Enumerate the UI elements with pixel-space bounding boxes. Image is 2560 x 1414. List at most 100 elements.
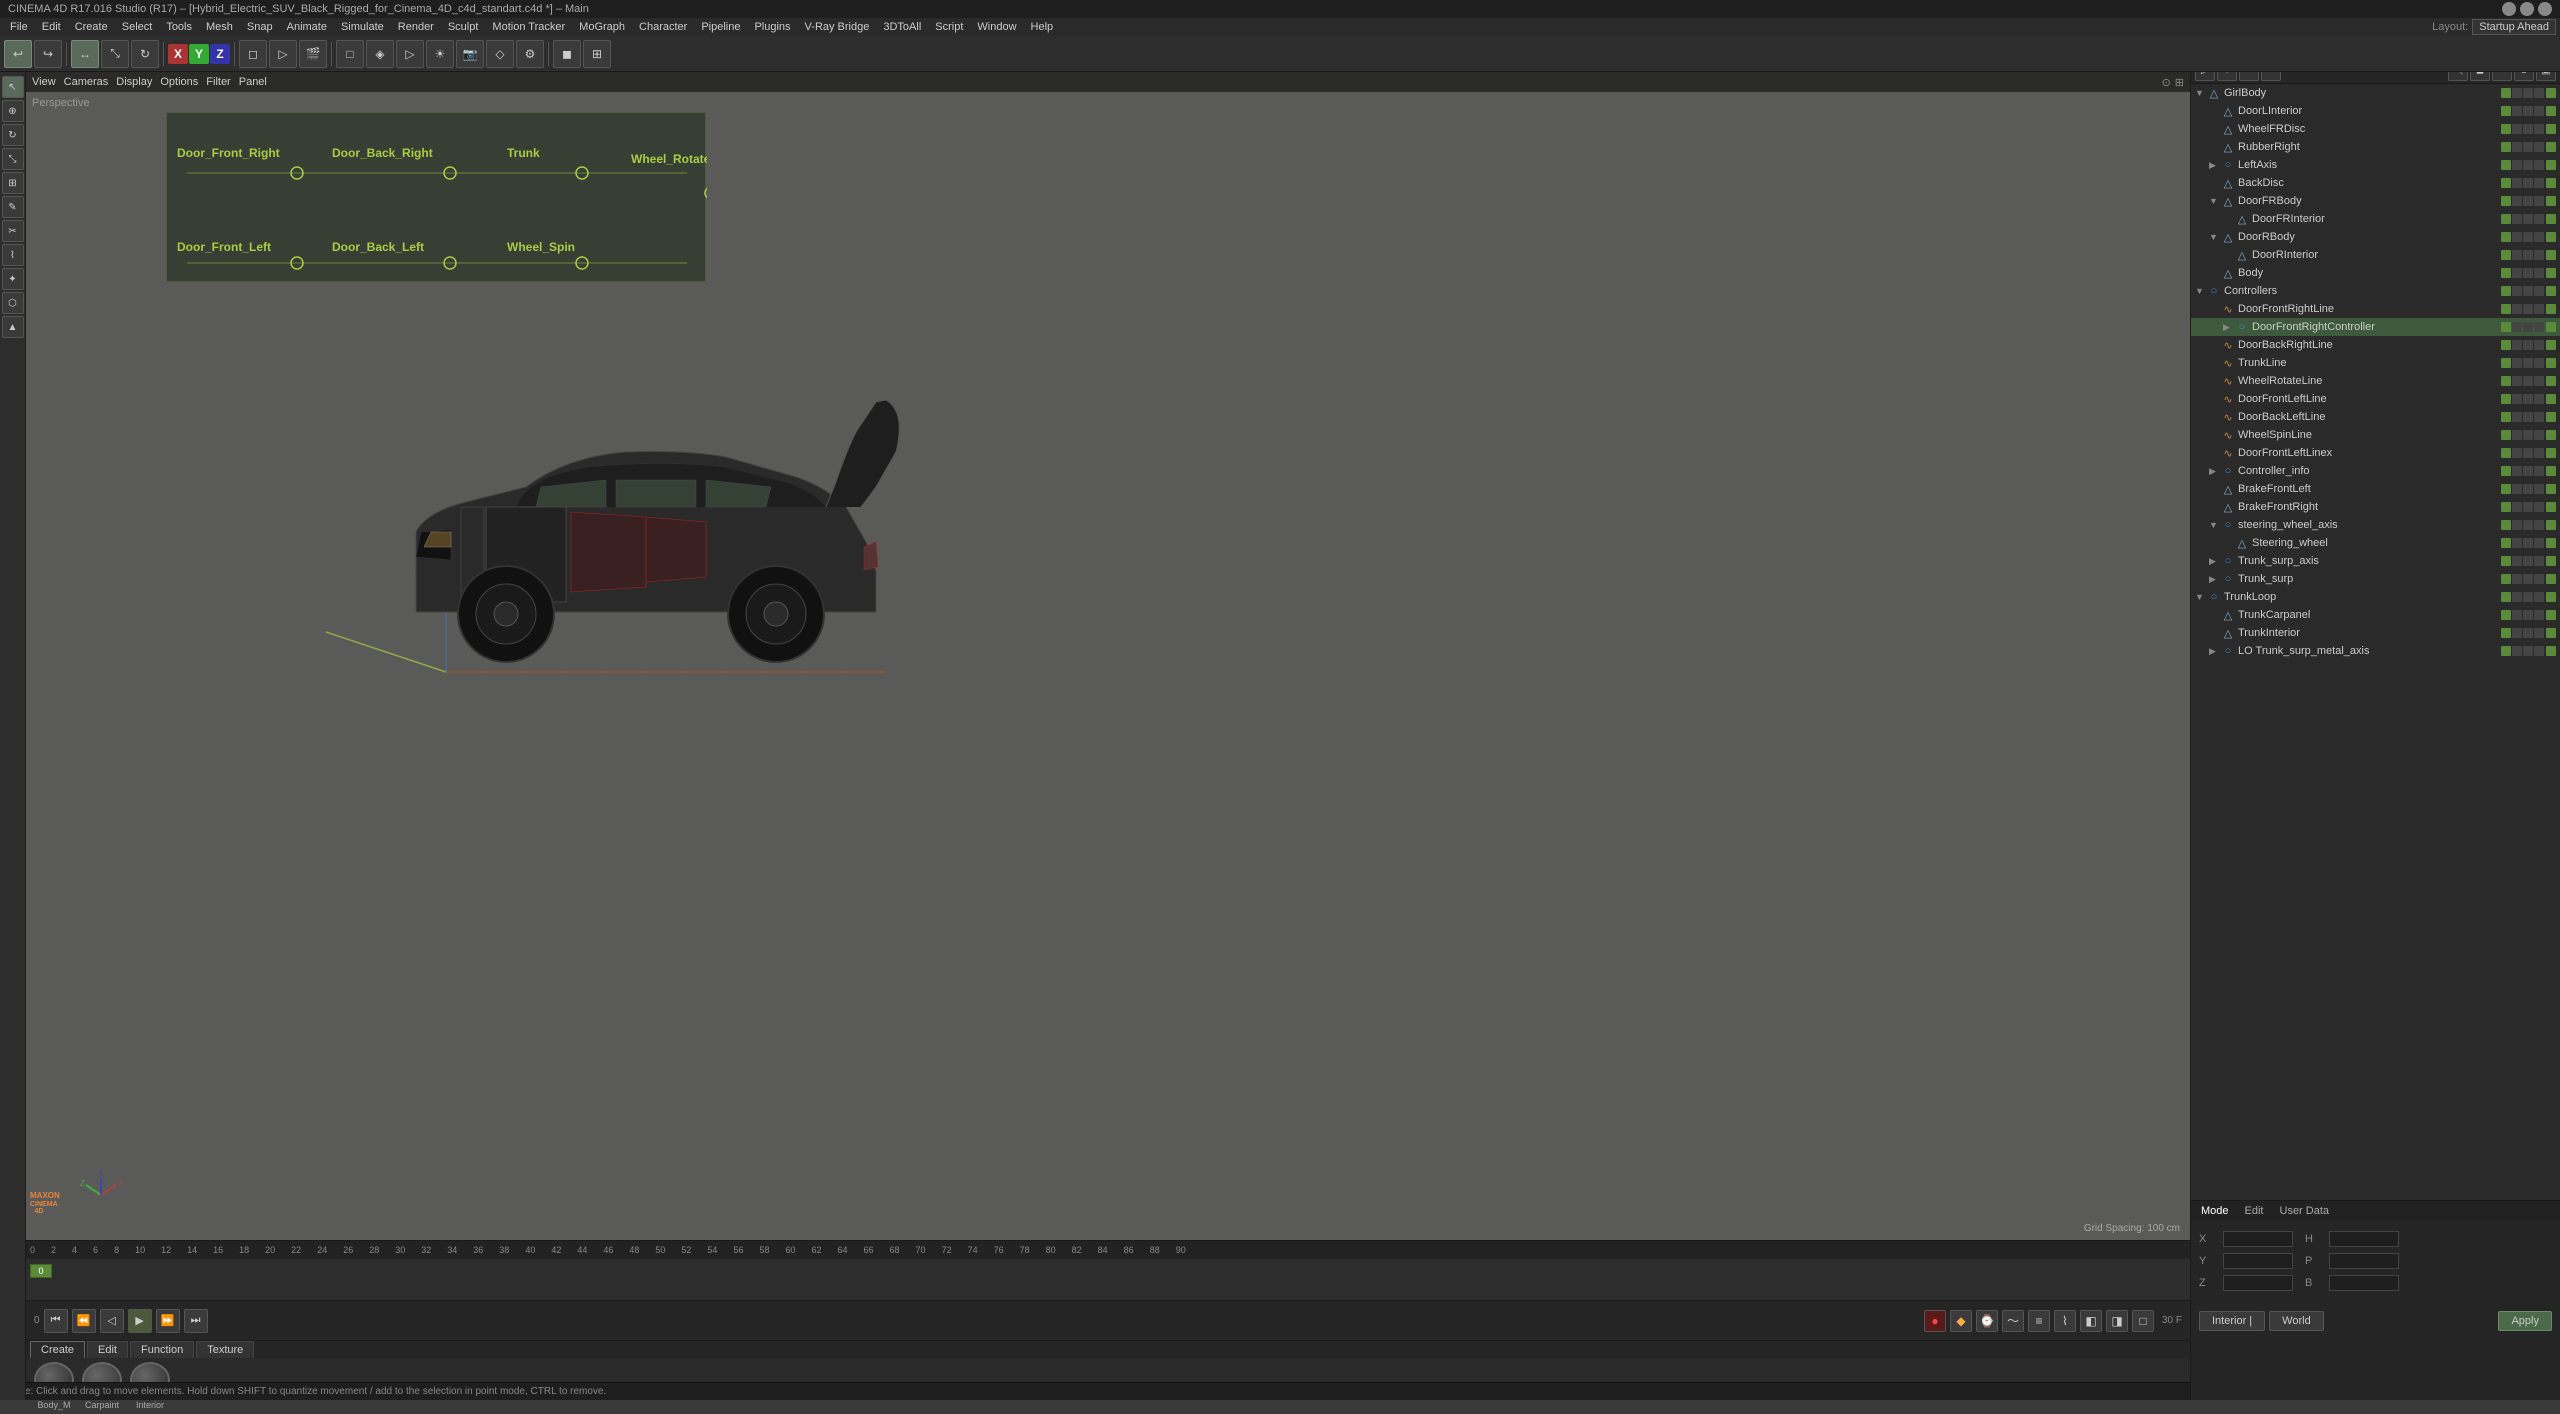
playback-icon-1[interactable]: ◧: [2080, 1310, 2102, 1332]
obj-dot-3[interactable]: [2534, 592, 2544, 602]
obj-dot-2[interactable]: [2523, 466, 2533, 476]
object-tool[interactable]: □: [336, 40, 364, 68]
object-row-trunkcarpanel[interactable]: △TrunkCarpanel: [2191, 606, 2560, 624]
obj-dot-0[interactable]: [2501, 106, 2511, 116]
play-back-button[interactable]: ◁: [100, 1309, 124, 1333]
obj-expand-arrow[interactable]: ▼: [2209, 232, 2221, 242]
menu-tools[interactable]: Tools: [160, 20, 198, 34]
object-row-trunk_surp_axis[interactable]: ▶○Trunk_surp_axis: [2191, 552, 2560, 570]
obj-dot-3[interactable]: [2534, 304, 2544, 314]
render-view[interactable]: ▷: [269, 40, 297, 68]
close-button[interactable]: [2538, 2, 2552, 16]
generator-tool[interactable]: ⚙: [516, 40, 544, 68]
obj-dot-0[interactable]: [2501, 322, 2511, 332]
scale-tool-left[interactable]: ⤡: [2, 148, 24, 170]
move-tool[interactable]: ↔: [71, 40, 99, 68]
menu-window[interactable]: Window: [971, 20, 1022, 34]
vp-filter-menu[interactable]: Filter: [206, 76, 230, 88]
obj-dot-0[interactable]: [2501, 502, 2511, 512]
obj-dot-0[interactable]: [2501, 430, 2511, 440]
attr-tab-edit[interactable]: Edit: [2239, 1204, 2270, 1218]
obj-dot-0[interactable]: [2501, 142, 2511, 152]
obj-dot-2[interactable]: [2523, 376, 2533, 386]
menu-mograph[interactable]: MoGraph: [573, 20, 631, 34]
obj-dot-0[interactable]: [2501, 286, 2511, 296]
obj-expand-arrow[interactable]: ▼: [2195, 88, 2207, 98]
object-row-wheelrotateline[interactable]: ∿WheelRotateLine: [2191, 372, 2560, 390]
obj-dot-1[interactable]: [2512, 502, 2522, 512]
mat-tab-function[interactable]: Function: [130, 1341, 194, 1358]
obj-dot-2[interactable]: [2523, 232, 2533, 242]
obj-dot-1[interactable]: [2512, 358, 2522, 368]
obj-dot-2[interactable]: [2523, 106, 2533, 116]
obj-dot-3[interactable]: [2534, 628, 2544, 638]
light-tool[interactable]: ☀: [426, 40, 454, 68]
obj-dot-2[interactable]: [2523, 574, 2533, 584]
obj-dot-1[interactable]: [2512, 394, 2522, 404]
menu-render[interactable]: Render: [392, 20, 440, 34]
obj-dot-2[interactable]: [2523, 286, 2533, 296]
vp-panel-menu[interactable]: Panel: [239, 76, 267, 88]
rotate-tool[interactable]: ↻: [131, 40, 159, 68]
obj-dot-3[interactable]: [2534, 88, 2544, 98]
obj-dot-2[interactable]: [2523, 304, 2533, 314]
obj-dot-1[interactable]: [2512, 160, 2522, 170]
obj-dot-2[interactable]: [2523, 268, 2533, 278]
object-row-trunkinterior[interactable]: △TrunkInterior: [2191, 624, 2560, 642]
obj-dot-3[interactable]: [2534, 412, 2544, 422]
object-row-brakefrontleft[interactable]: △BrakeFrontLeft: [2191, 480, 2560, 498]
obj-dot-0[interactable]: [2501, 178, 2511, 188]
obj-dot-2[interactable]: [2523, 340, 2533, 350]
render-region[interactable]: ◻: [239, 40, 267, 68]
obj-dot-1[interactable]: [2512, 106, 2522, 116]
object-row-lo-trunk_surp_metal_axis[interactable]: ▶○LO Trunk_surp_metal_axis: [2191, 642, 2560, 660]
obj-dot-2[interactable]: [2523, 448, 2533, 458]
viewport-layout[interactable]: ⊞: [583, 40, 611, 68]
path-tool[interactable]: ✎: [2, 196, 24, 218]
obj-dot-0[interactable]: [2501, 574, 2511, 584]
menu-sculpt[interactable]: Sculpt: [442, 20, 485, 34]
obj-dot-1[interactable]: [2512, 124, 2522, 134]
object-row-body[interactable]: △Body: [2191, 264, 2560, 282]
obj-dot-2[interactable]: [2523, 430, 2533, 440]
obj-dot-2[interactable]: [2523, 214, 2533, 224]
obj-dot-0[interactable]: [2501, 592, 2511, 602]
obj-dot-3[interactable]: [2534, 322, 2544, 332]
maximize-button[interactable]: [2520, 2, 2534, 16]
object-row-girlbody[interactable]: ▼△GirlBody: [2191, 84, 2560, 102]
attr-tab-mode[interactable]: Mode: [2195, 1204, 2235, 1218]
obj-expand-arrow[interactable]: ▶: [2209, 160, 2221, 171]
obj-dot-2[interactable]: [2523, 412, 2533, 422]
attr-tab-user-data[interactable]: User Data: [2274, 1204, 2336, 1218]
object-row-trunkline[interactable]: ∿TrunkLine: [2191, 354, 2560, 372]
go-to-end-button[interactable]: ⏭: [184, 1309, 208, 1333]
mat-tab-edit[interactable]: Edit: [87, 1341, 128, 1358]
obj-dot-0[interactable]: [2501, 412, 2511, 422]
obj-dot-1[interactable]: [2512, 268, 2522, 278]
obj-dot-3[interactable]: [2534, 178, 2544, 188]
b-value-input[interactable]: [2329, 1275, 2399, 1291]
obj-dot-3[interactable]: [2534, 430, 2544, 440]
obj-dot-2[interactable]: [2523, 592, 2533, 602]
object-row-doorfrontleftline[interactable]: ∿DoorFrontLeftLine: [2191, 390, 2560, 408]
f-curve-button[interactable]: ⌇: [2054, 1310, 2076, 1332]
obj-dot-1[interactable]: [2512, 520, 2522, 530]
obj-dot-0[interactable]: [2501, 376, 2511, 386]
obj-dot-1[interactable]: [2512, 196, 2522, 206]
object-row-leftaxis[interactable]: ▶○LeftAxis: [2191, 156, 2560, 174]
obj-dot-3[interactable]: [2534, 214, 2544, 224]
menu-v-ray-bridge[interactable]: V-Ray Bridge: [799, 20, 876, 34]
obj-dot-1[interactable]: [2512, 286, 2522, 296]
obj-dot-2[interactable]: [2523, 358, 2533, 368]
obj-dot-0[interactable]: [2501, 394, 2511, 404]
object-row-doorfrinterior[interactable]: △DoorFRInterior: [2191, 210, 2560, 228]
obj-dot-2[interactable]: [2523, 124, 2533, 134]
object-row-doorbackrightline[interactable]: ∿DoorBackRightLine: [2191, 336, 2560, 354]
object-row-trunk_surp[interactable]: ▶○Trunk_surp: [2191, 570, 2560, 588]
undo-button[interactable]: ↩: [4, 40, 32, 68]
obj-dot-3[interactable]: [2534, 196, 2544, 206]
obj-dot-2[interactable]: [2523, 520, 2533, 530]
obj-expand-arrow[interactable]: ▼: [2195, 592, 2207, 602]
obj-dot-1[interactable]: [2512, 376, 2522, 386]
obj-dot-3[interactable]: [2534, 124, 2544, 134]
